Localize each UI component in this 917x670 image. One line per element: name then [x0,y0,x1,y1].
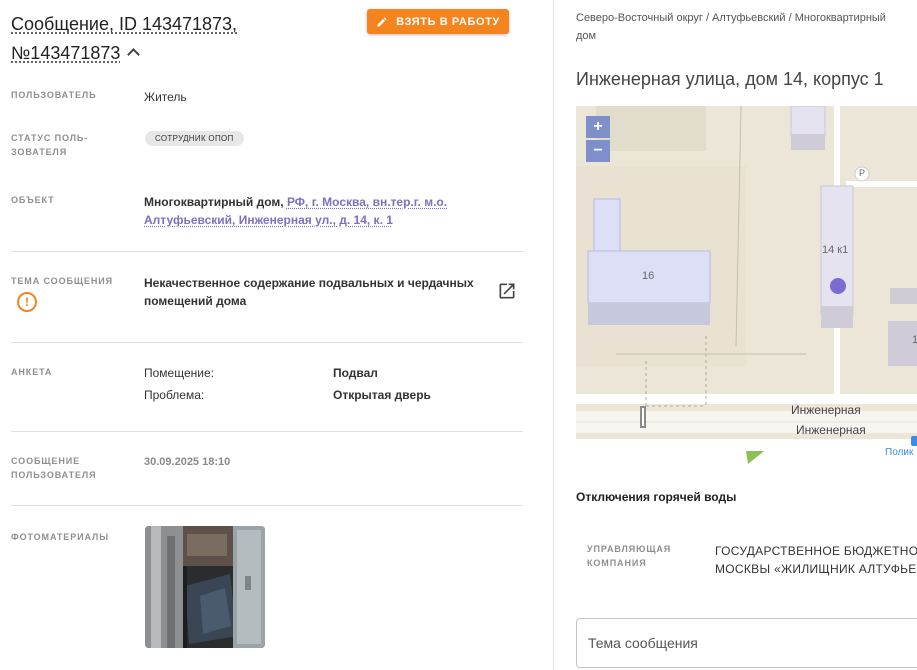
map[interactable]: 16 14 к1 P 1 Инженерная Инженерная Полик… [576,106,917,466]
user-value: Житель [144,90,187,104]
divider [11,342,523,343]
divider [11,431,523,432]
survey-value-problem: Открытая дверь [333,388,431,402]
photo-thumbnail[interactable] [145,526,265,648]
user-label: ПОЛЬЗОВАТЕЛЬ [11,90,97,100]
photos-label: ФОТОМАТЕРИАЛЫ [11,532,109,542]
survey-label: АНКЕТА [11,367,53,377]
map-label-parking: P [859,168,866,178]
message-title: Сообщение, ID 143471873, №143471873 [11,14,238,63]
divider [11,505,523,506]
subject-field[interactable] [576,618,917,668]
map-marker[interactable] [829,277,847,295]
survey-key-problem: Проблема: [144,388,205,402]
map-label-partial-number: 1 [912,334,917,346]
user-message-label: СООБЩЕНИЕ ПОЛЬЗОВАТЕЛЯ [11,456,97,480]
basement-door-photo [145,526,265,648]
hot-water-outages-title: Отключения горячей воды [576,490,737,504]
map-poi-label: Полик [885,447,914,458]
survey-value-room: Подвал [333,366,378,380]
topic-label: ТЕМА СООБЩЕНИЯ [11,276,113,286]
management-company-line: МОСКВЫ «ЖИЛИЩНИК АЛТУФЬЕВ [715,562,917,576]
breadcrumb: Северо-Восточный округ / Алтуфьевский / … [576,12,886,42]
user-message-date: 30.09.2025 18:10 [144,456,231,468]
chevron-up-icon[interactable] [127,48,141,61]
message-title-toggle[interactable]: Сообщение, ID 143471873, №143471873 [11,10,311,68]
zoom-controls: + − [586,116,610,162]
address-title: Инженерная улица, дом 14, корпус 1 [576,69,884,89]
management-company-line: ГОСУДАРСТВЕННОЕ БЮДЖЕТНОЕ [715,544,917,558]
warning-icon: ! [17,292,37,312]
map-label-building-14k1: 14 к1 [822,244,849,256]
management-company-value: ГОСУДАРСТВЕННОЕ БЮДЖЕТНОЕ МОСКВЫ «ЖИЛИЩН… [715,542,917,578]
pencil-icon [377,16,387,26]
message-details-panel: Сообщение, ID 143471873, №143471873 ВЗЯТ… [0,0,554,670]
map-street-label: Инженерная [791,403,861,417]
object-type: Многоквартирный дом, [144,195,284,209]
zoom-out-button[interactable]: − [586,140,610,162]
user-status-label: СТАТУС ПОЛЬ- ЗОВАТЕЛЯ [11,133,89,157]
topic-value: Некачественное содержание подвальных и ч… [144,276,474,308]
map-street-label: Инженерная [796,423,866,437]
management-company-label: УПРАВЛЯЮЩАЯ КОМПАНИЯ [587,544,672,568]
subject-input[interactable] [577,619,917,667]
zoom-in-button[interactable]: + [586,116,610,138]
take-to-work-button[interactable]: ВЗЯТЬ В РАБОТУ [367,9,509,34]
object-value: Многоквартирный дом, РФ, г. Москва, вн.т… [144,193,464,229]
map-canvas [576,106,917,466]
divider [11,251,523,252]
survey-key-room: Помещение: [144,366,214,380]
map-label-building-16: 16 [642,270,655,282]
user-status-badge: СОТРУДНИК ОПОП [145,131,244,146]
take-to-work-label: ВЗЯТЬ В РАБОТУ [396,15,500,28]
open-external-icon[interactable] [497,281,517,301]
location-panel: Северо-Восточный округ / Алтуфьевский / … [555,0,917,670]
object-label: ОБЪЕКТ [11,195,55,205]
